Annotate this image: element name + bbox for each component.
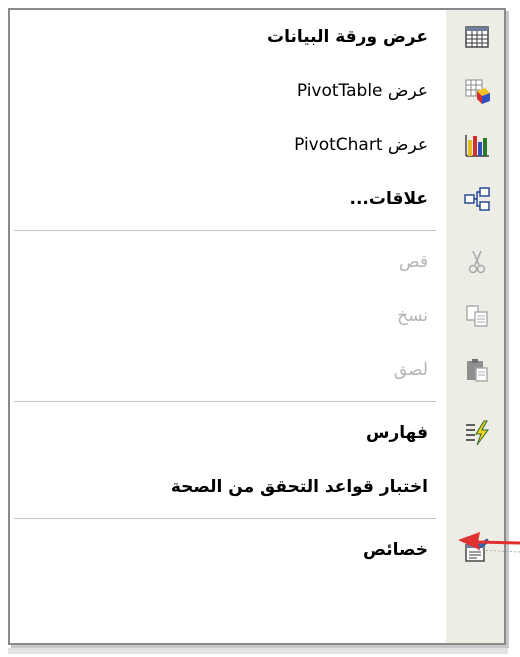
menu-item-pivotchart-view[interactable]: عرض PivotChart [10,118,504,172]
menu-item-label: نسخ [397,306,428,326]
menu-item-test-validation-rules[interactable]: اختبار قواعد التحقق من الصحة [10,460,504,514]
indexes-icon [463,419,491,447]
menu-item-pivottable-view[interactable]: عرض PivotTable [10,64,504,118]
pivottable-view-icon [463,77,491,105]
menu-item-label: لصق [393,360,428,380]
copy-icon [463,302,491,330]
callout-arrow-icon [458,532,520,553]
menu-item-label: قص [399,252,428,272]
menu-item-label: عرض PivotChart [294,135,428,155]
menu-separator [10,397,504,406]
menu-item-copy[interactable]: نسخ [10,289,504,343]
relationships-icon [463,185,491,213]
paste-icon [463,356,491,384]
menu-item-relationships[interactable]: علاقات... [10,172,504,226]
pivotchart-view-icon [463,131,491,159]
menu-item-label: اختبار قواعد التحقق من الصحة [170,477,428,497]
menu-separator [10,514,504,523]
menu-item-paste[interactable]: لصق [10,343,504,397]
window-bottom-edge [8,648,508,654]
menu-separator [10,226,504,235]
datasheet-view-icon [463,23,491,51]
menu-item-cut[interactable]: قص [10,235,504,289]
cut-icon [463,248,491,276]
menu-item-datasheet-view[interactable]: عرض ورقة البيانات [10,10,504,64]
menu-item-label: عرض PivotTable [296,81,428,101]
menu-item-indexes[interactable]: فهارس [10,406,504,460]
menu-item-properties[interactable]: خصائص [10,523,504,577]
menu-item-label: فهارس [366,423,428,443]
menu-item-label: خصائص [363,540,428,560]
menu-item-label: علاقات... [349,189,429,209]
context-menu: عرض ورقة البيانات عرض PivotTable عرض Piv… [8,8,506,645]
menu-item-label: عرض ورقة البيانات [266,27,428,47]
